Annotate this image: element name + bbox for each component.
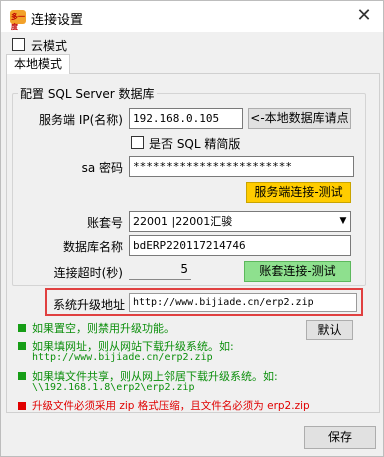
title-bar: 多一度 连接设置 ✕	[1, 1, 383, 32]
sa-password-input[interactable]: ************************	[129, 156, 354, 177]
cloud-mode-label: 云模式	[31, 39, 68, 53]
chevron-down-icon[interactable]: ▼	[336, 212, 350, 231]
account-select-value: 22001 |22001汇骏	[133, 215, 233, 228]
server-ip-input[interactable]: 192.168.0.105	[129, 108, 243, 129]
sql-express-checkbox[interactable]	[131, 136, 144, 149]
note-bullet	[18, 372, 26, 380]
default-button[interactable]: 默认	[306, 320, 353, 340]
sa-password-label: sa 密码	[81, 161, 123, 175]
test-server-connection-button[interactable]: 服务端连接-测试	[246, 182, 351, 203]
upgrade-address-input[interactable]: http://www.bijiade.cn/erp2.zip	[129, 293, 357, 312]
server-label: 服务端 IP(名称)	[39, 113, 123, 127]
test-account-connection-button[interactable]: 账套连接-测试	[244, 261, 351, 282]
app-logo-icon: 多一度	[10, 10, 26, 31]
connection-settings-window: 多一度 连接设置 ✕ 云模式 本地模式 配置 SQL Server 数据库 服务…	[0, 0, 384, 457]
window-title: 连接设置	[31, 13, 84, 28]
note-bullet	[18, 324, 26, 332]
dbname-input[interactable]: bdERP220117214746	[129, 235, 351, 256]
note-line-2-example: http://www.bijiade.cn/erp2.zip	[32, 352, 213, 363]
warning-bullet	[18, 402, 26, 410]
sql-server-group-title: 配置 SQL Server 数据库	[18, 85, 157, 102]
save-button[interactable]: 保存	[304, 426, 376, 449]
sql-express-label: 是否 SQL 精简版	[149, 137, 241, 151]
close-icon[interactable]: ✕	[347, 3, 381, 29]
note-line-3-example: \\192.168.1.8\erp2\erp2.zip	[32, 382, 195, 393]
tab-local-mode[interactable]: 本地模式	[6, 54, 70, 74]
account-select[interactable]: 22001 |22001汇骏	[129, 211, 351, 232]
timeout-label: 连接超时(秒)	[53, 266, 123, 280]
note-line-1: 如果置空，则禁用升级功能。	[32, 322, 175, 335]
upgrade-address-label: 系统升级地址	[53, 298, 126, 312]
timeout-input[interactable]: 5	[129, 260, 191, 280]
note-bullet	[18, 342, 26, 350]
account-label: 账套号	[86, 216, 123, 230]
dbname-label: 数据库名称	[62, 240, 123, 254]
cloud-mode-checkbox[interactable]	[12, 38, 25, 51]
note-line-4: 升级文件必须采用 zip 格式压缩，且文件名必须为 erp2.zip	[32, 400, 310, 412]
local-db-button[interactable]: <-本地数据库请点	[248, 108, 351, 129]
